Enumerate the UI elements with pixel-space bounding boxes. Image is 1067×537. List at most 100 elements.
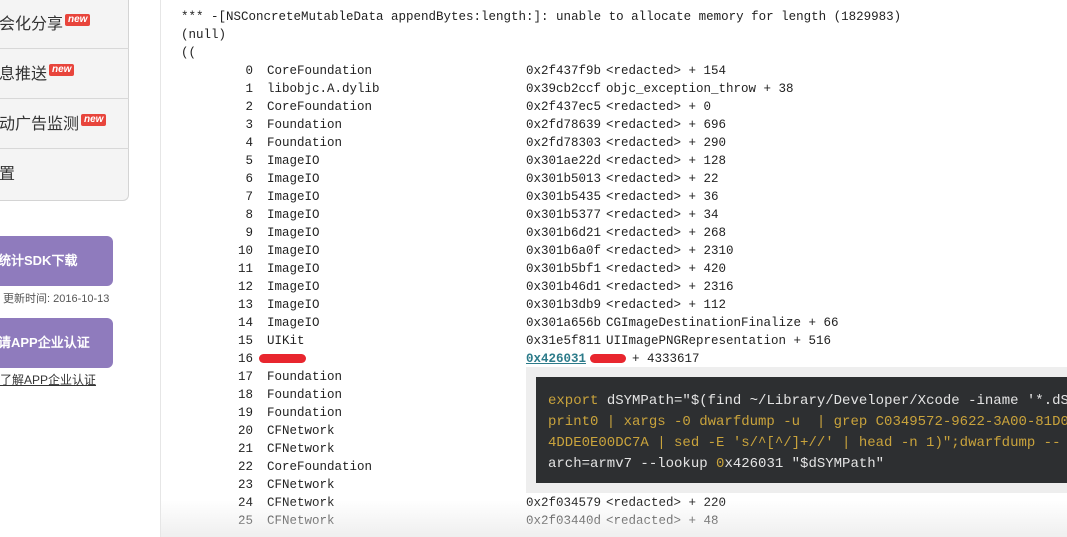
stack-frame-row: 9 ImageIO 0x301b6d21 <redacted> + 268 [181,224,1061,242]
frame-address: 0x301ae22d [526,154,602,168]
frame-address-link[interactable]: 0x426031 + 4333617 [526,350,700,368]
enterprise-cert-button[interactable]: 请APP企业认证 [0,318,113,368]
frame-address: 0x2fd78303 [526,136,602,150]
menu-item-settings[interactable]: 置 [0,150,129,199]
code-line: 4DDE0E00DC7A | sed -E 's/^[^/]+//' | hea… [548,433,1062,454]
frame-address: 0x2f03440d [526,514,602,528]
stack-frame-row: 15 UIKit 0x31e5f811 UIImagePNGRepresentatio… [181,332,1061,350]
code-token: print0 | xargs -0 dwarfdump -u | grep C0… [548,414,1067,430]
code-block: export dSYMPath="$(find ~/Library/Develo… [536,377,1067,483]
stack-frame-row: 5 ImageIO 0x301ae22d <redacted> + 128 [181,152,1061,170]
redaction-mark [259,354,306,363]
frame-library: CoreFoundation [267,100,373,114]
frame-library: ImageIO [267,190,320,204]
frame-number: 15 [237,334,253,348]
frame-library: Foundation [267,136,343,150]
frame-symbol: + 4333617 [632,352,700,366]
frame-address: 0x31e5f811 [526,334,602,348]
frame-library: Foundation [267,118,343,132]
frame-number: 12 [237,280,253,294]
frame-library: ImageIO [267,172,320,186]
frame-number: 14 [237,316,253,330]
frame-address: 0x301b5377 [526,208,602,222]
frame-address: 0x2fd78639 [526,118,602,132]
frame-library: ImageIO [267,280,320,294]
code-line: export dSYMPath="$(find ~/Library/Develo… [548,391,1067,412]
frame-number: 0 [245,64,253,78]
stack-frame-row: 12 ImageIO 0x301b46d1 <redacted> + 2316 [181,278,1061,296]
stack-frame-row: 10 ImageIO 0x301b6a0f <redacted> + 2310 [181,242,1061,260]
frame-library: CFNetwork [267,514,335,528]
frame-library: ImageIO [267,154,320,168]
frame-address: 0x2f437ec5 [526,100,602,114]
address-link[interactable]: 0x426031 [526,352,586,366]
update-time: 更新时间: 2016-10-13 [3,293,110,305]
stack-frame-row: 11 ImageIO 0x301b5bf1 <redacted> + 420 [181,260,1061,278]
frame-symbol: <redacted> + 2316 [606,280,734,294]
frame-number: 18 [237,388,253,402]
code-token: dSYMPath="$(find ~/Library/Developer/Xco… [598,393,1067,409]
frame-symbol: CGImageDestinationFinalize + 66 [606,316,839,330]
new-badge: new [65,14,91,26]
stack-frame-row: 24 CFNetwork 0x2f034579 <redacted> + 220 [181,494,1061,512]
stack-frame-row: 14 ImageIO 0x301a656b CGImageDestinationFin… [181,314,1061,332]
frame-library: Foundation [267,406,343,420]
frame-number: 10 [237,244,253,258]
frame-address: 0x301b46d1 [526,280,602,294]
frame-address: 0x301b5013 [526,172,602,186]
frame-library: CFNetwork [267,478,335,492]
frame-library: Foundation [267,388,343,402]
frame-number: 13 [237,298,253,312]
menu-item-push[interactable]: 息推送 new [0,50,129,99]
frame-library: ImageIO [267,316,320,330]
code-token: arch=armv7 --lookup [548,456,717,472]
frame-library: CFNetwork [267,442,335,456]
frame-number: 1 [245,82,253,96]
enterprise-cert-link[interactable]: 了解APP企业认证 [0,371,96,388]
frame-number: 8 [245,208,253,222]
sdk-download-button[interactable]: 统计SDK下载 [0,236,113,286]
frame-address: 0x301b5435 [526,190,602,204]
frame-symbol: <redacted> + 22 [606,172,719,186]
frame-symbol: objc_exception_throw + 38 [606,82,794,96]
frame-address: 0x2f034579 [526,496,602,510]
stack-frame-row: 7 ImageIO 0x301b5435 <redacted> + 36 [181,188,1061,206]
frame-number: 23 [237,478,253,492]
frame-address: 0x301b6a0f [526,244,602,258]
menu-item-label: 会化分享 [0,16,64,33]
frame-library: CoreFoundation [267,64,373,78]
frame-number: 20 [237,424,253,438]
frame-symbol: <redacted> + 112 [606,298,727,312]
sidebar-menu: 会化分享 new 息推送 new 动广告监测 new 置 [0,0,129,201]
frame-symbol: UIImagePNGRepresentation + 516 [606,334,832,348]
menu-item-label: 置 [0,166,16,183]
frame-number: 3 [245,118,253,132]
frame-library: CFNetwork [267,424,335,438]
frame-library: UIKit [267,334,305,348]
frame-address: 0x301b6d21 [526,226,602,240]
frame-symbol: <redacted> + 48 [606,514,719,528]
frame-number: 24 [237,496,253,510]
menu-item-ad-monitor[interactable]: 动广告监测 new [0,100,129,149]
frame-symbol: <redacted> + 290 [606,136,727,150]
frame-library: ImageIO [267,208,320,222]
menu-item-label: 息推送 [0,66,48,83]
stack-frame-row: 13 ImageIO 0x301b3db9 <redacted> + 112 [181,296,1061,314]
redaction-mark [590,354,627,364]
menu-item-label: 动广告监测 [0,116,80,133]
frame-number: 17 [237,370,253,384]
sidebar: 会化分享 new 息推送 new 动广告监测 new 置 统计SDK下载 更新时间: … [0,0,161,537]
frame-address: 0x39cb2ccf [526,82,602,96]
frame-symbol: <redacted> + 36 [606,190,719,204]
frame-symbol: <redacted> + 696 [606,118,727,132]
code-tooltip: export dSYMPath="$(find ~/Library/Develo… [526,367,1067,493]
menu-item-social-share[interactable]: 会化分享 new [0,0,129,49]
frame-address: 0x301b5bf1 [526,262,602,276]
code-line: print0 | xargs -0 dwarfdump -u | grep C0… [548,412,1067,433]
null-line: (null) [181,28,227,42]
code-token: 4DDE0E00DC7A | sed -E 's/^[^/]+//' | hea… [548,435,1061,451]
frame-symbol: <redacted> + 2310 [606,244,734,258]
frame-number: 9 [245,226,253,240]
stack-frame-row: 8 ImageIO 0x301b5377 <redacted> + 34 [181,206,1061,224]
stack-frame-row: 4 Foundation 0x2fd78303 <redacted> + 290 [181,134,1061,152]
